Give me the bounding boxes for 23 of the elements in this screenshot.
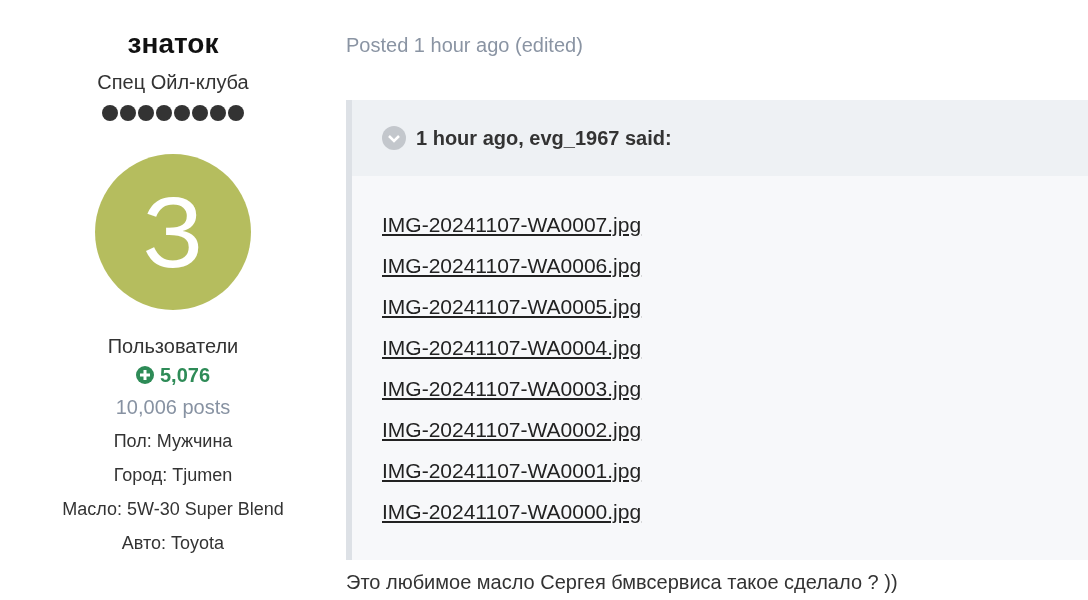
reputation-count: 5,076	[159, 363, 211, 388]
attachment-link[interactable]: IMG-20241107-WA0006.jpg	[382, 245, 642, 286]
post-date: Posted 1 hour ago (edited)	[346, 33, 584, 58]
profile-field: Пол: Мужчина	[113, 424, 233, 458]
profile-field: Город: Tjumen	[113, 458, 233, 492]
attachment-link[interactable]: IMG-20241107-WA0001.jpg	[382, 450, 642, 491]
author-name[interactable]: знаток	[127, 26, 219, 62]
attachment-link[interactable]: IMG-20241107-WA0000.jpg	[382, 491, 642, 532]
quote-citation: 1 hour ago, evg_1967 said:	[416, 126, 672, 150]
attachment-link[interactable]: IMG-20241107-WA0007.jpg	[382, 204, 642, 245]
attachment-link[interactable]: IMG-20241107-WA0003.jpg	[382, 368, 642, 409]
rank-dots-icon	[101, 104, 245, 122]
member-group: Пользователи	[107, 332, 239, 360]
profile-field: Масло: 5W-30 Super Blend	[62, 492, 284, 526]
profile-field: Авто: Toyota	[121, 526, 225, 560]
attachment-link[interactable]: IMG-20241107-WA0005.jpg	[382, 286, 642, 327]
attachment-link[interactable]: IMG-20241107-WA0002.jpg	[382, 409, 642, 450]
attachment-link[interactable]: IMG-20241107-WA0004.jpg	[382, 327, 642, 368]
plus-circle-icon	[135, 366, 154, 384]
post-count: 10,006 posts	[115, 395, 231, 420]
collapse-icon[interactable]	[382, 126, 406, 150]
post-text: Это любимое масло Сергея бмвсервиса такое сделало ? ))	[346, 570, 899, 595]
member-title: Спец Ойл-клуба	[97, 70, 249, 95]
